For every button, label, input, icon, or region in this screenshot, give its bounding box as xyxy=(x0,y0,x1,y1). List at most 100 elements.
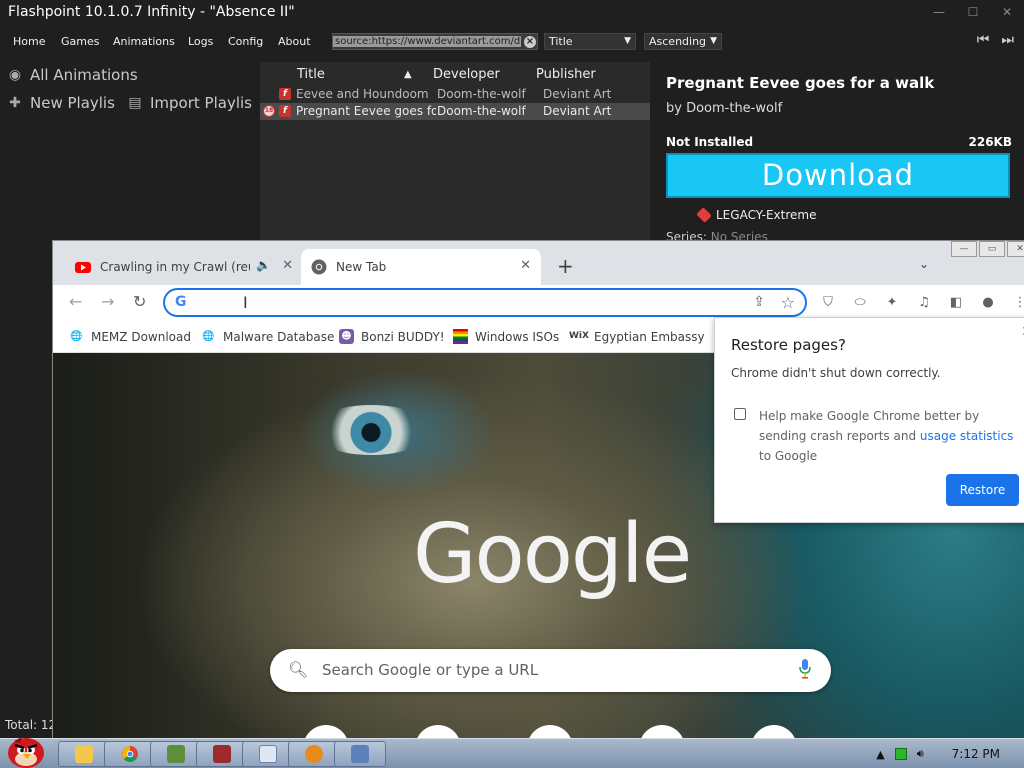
flash-icon: f xyxy=(279,88,291,100)
taskbar-search[interactable] xyxy=(288,741,340,767)
side-panel-icon[interactable]: ◧ xyxy=(947,294,965,312)
bookmark-egyptian-embassy[interactable]: WiX Egyptian Embassy xyxy=(569,329,705,344)
game-title: Pregnant Eevee goes for a walk xyxy=(666,74,935,92)
taskbar-explorer[interactable] xyxy=(58,741,110,767)
download-button[interactable]: Download xyxy=(666,153,1010,198)
menu-games[interactable]: Games xyxy=(61,35,99,48)
menu-logs[interactable]: Logs xyxy=(188,35,213,48)
microphone-icon[interactable] xyxy=(799,659,811,679)
table-row[interactable]: f Eevee and Houndoom Doom-the-wolf Devia… xyxy=(260,86,650,103)
column-publisher[interactable]: Publisher xyxy=(536,67,596,82)
ntp-search-box[interactable]: 🔍︎ Search Google or type a URL xyxy=(270,649,831,692)
profile-icon[interactable]: ● xyxy=(979,294,997,312)
tray-expand-icon[interactable]: ▲ xyxy=(876,748,884,761)
crash-report-checkbox[interactable] xyxy=(734,408,746,420)
row-publisher: Deviant Art xyxy=(543,87,612,101)
back-icon[interactable]: ← xyxy=(69,293,82,311)
reload-icon[interactable]: ↻ xyxy=(133,293,146,311)
chrome-icon xyxy=(122,746,138,762)
battery-icon[interactable] xyxy=(894,748,907,760)
tag-chip[interactable]: LEGACY-Extreme xyxy=(696,207,816,223)
youtube-icon xyxy=(75,262,91,273)
network-icon xyxy=(351,745,369,763)
order-direction-select[interactable]: Ascending ▼ xyxy=(644,33,722,50)
age-18-badge-icon: 18 xyxy=(263,105,275,117)
restore-button[interactable]: Restore xyxy=(946,474,1019,506)
background-eye xyxy=(311,405,431,455)
google-logo: Google xyxy=(413,507,692,602)
menu-home[interactable]: Home xyxy=(13,35,45,48)
close-icon[interactable]: ✕ xyxy=(990,0,1024,24)
menu-animations[interactable]: Animations xyxy=(113,35,175,48)
forward-icon[interactable]: → xyxy=(101,293,114,311)
start-angry-bird-icon[interactable] xyxy=(4,731,48,768)
media-queue-icon[interactable]: ♫ xyxy=(915,294,933,312)
maximize-icon[interactable]: ▭ xyxy=(979,241,1005,257)
more-menu-icon[interactable]: ⋮ xyxy=(1011,294,1024,312)
share-icon[interactable]: ⇪ xyxy=(753,294,765,310)
sort-ascending-icon: ▲ xyxy=(404,69,412,80)
folder-icon xyxy=(75,745,93,763)
wix-icon: WiX xyxy=(569,331,589,341)
column-developer[interactable]: Developer xyxy=(433,67,500,82)
tab-youtube[interactable]: Crawling in my Crawl (reuplo 🔈 ✕ xyxy=(65,249,303,285)
checkbox-label: Help make Google Chrome better by sendin… xyxy=(759,406,1019,466)
taskbar-notepad[interactable] xyxy=(242,741,294,767)
flash-icon: f xyxy=(279,105,291,117)
order-by-select[interactable]: Title ▼ xyxy=(544,33,636,50)
menu-config[interactable]: Config xyxy=(228,35,263,48)
bookmark-malware-database[interactable]: 🌐 Malware Database xyxy=(201,329,334,344)
tab-search-icon[interactable]: ⌄ xyxy=(919,257,929,271)
close-tab-icon[interactable]: ✕ xyxy=(520,258,531,273)
minimize-icon[interactable]: — xyxy=(951,241,977,257)
column-title[interactable]: Title xyxy=(297,67,325,82)
search-query[interactable]: source:https://www.deviantart.com/d xyxy=(333,36,521,47)
address-bar[interactable]: G I ⇪ ☆ xyxy=(163,288,807,317)
puzzle-extension-icon[interactable]: ✦ xyxy=(883,294,901,312)
skip-forward-icon[interactable]: ⏭ xyxy=(1001,32,1014,48)
sidebar-item-label: All Animations xyxy=(30,66,138,84)
volume-icon[interactable]: 🔊︎ xyxy=(917,747,924,761)
tab-new-tab[interactable]: New Tab ✕ xyxy=(301,249,541,285)
sidebar-all-animations[interactable]: ◉ All Animations xyxy=(8,66,138,84)
clear-search-icon[interactable]: × xyxy=(524,35,536,48)
sidebar-new-playlist[interactable]: ✚ New Playlis xyxy=(8,94,115,112)
taskbar-control-panel[interactable] xyxy=(150,741,202,767)
shield-extension-icon[interactable]: ⛉ xyxy=(819,294,837,312)
bookmark-bonzi-buddy[interactable]: ☻ Bonzi BUDDY! xyxy=(339,329,445,344)
close-tab-icon[interactable]: ✕ xyxy=(282,258,293,273)
rainbow-flag-icon xyxy=(453,329,468,344)
minimize-icon[interactable]: — xyxy=(922,0,956,24)
new-tab-button[interactable]: + xyxy=(557,256,574,276)
maximize-icon[interactable]: ☐ xyxy=(956,0,990,24)
search-input[interactable]: source:https://www.deviantart.com/d × xyxy=(332,33,538,50)
chrome-window: Crawling in my Crawl (reuplo 🔈 ✕ New Tab… xyxy=(52,240,1024,740)
taskbar-flashpoint[interactable] xyxy=(196,741,248,767)
table-row[interactable]: 18 f Pregnant Eevee goes fo... Doom-the-… xyxy=(260,103,650,120)
sidebar-import-playlist[interactable]: ▤ Import Playlis xyxy=(128,94,252,112)
close-icon[interactable]: ✕ xyxy=(1007,241,1024,257)
skip-back-icon[interactable]: ⏮ xyxy=(977,32,990,48)
game-detail-panel: Pregnant Eevee goes for a walk by Doom-t… xyxy=(660,62,1024,244)
flag-extension-icon[interactable]: ⬭ xyxy=(851,294,869,312)
clock[interactable]: 7:12 PM xyxy=(952,747,1000,761)
install-status: Not Installed xyxy=(666,135,754,149)
taskbar-chrome[interactable] xyxy=(104,741,156,767)
row-title: Pregnant Eevee goes fo... xyxy=(296,104,436,118)
taskbar: ▲ 🔊︎ 7:12 PM xyxy=(0,737,1024,768)
dialog-heading: Restore pages? xyxy=(731,336,846,354)
file-icon: ▤ xyxy=(128,95,142,111)
taskbar-network[interactable] xyxy=(334,741,386,767)
bookmark-label: Windows ISOs xyxy=(475,329,560,344)
usage-statistics-link[interactable]: usage statistics xyxy=(920,429,1014,443)
speaker-icon[interactable]: 🔈 xyxy=(256,258,271,272)
bookmark-memz[interactable]: 🌐 MEMZ Download xyxy=(69,329,191,344)
text-cursor-icon: I xyxy=(243,293,248,312)
ntp-search-placeholder: Search Google or type a URL xyxy=(322,661,539,679)
game-author: by Doom-the-wolf xyxy=(666,101,783,116)
bookmark-windows-isos[interactable]: Windows ISOs xyxy=(453,329,559,344)
total-count: Total: 12 xyxy=(5,718,57,732)
globe-icon: 🌐 xyxy=(202,331,215,342)
star-icon[interactable]: ☆ xyxy=(781,293,795,312)
menu-about[interactable]: About xyxy=(278,35,311,48)
